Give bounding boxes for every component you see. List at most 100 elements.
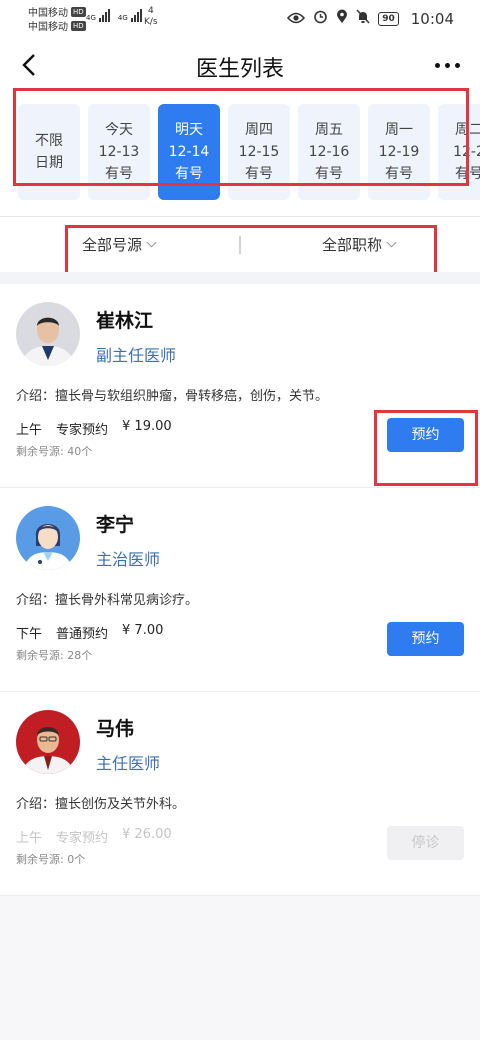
date-day: 12-15 bbox=[238, 144, 280, 160]
carrier-2: 中国移动 HD bbox=[28, 18, 86, 33]
more-dot-icon bbox=[434, 62, 440, 68]
date-option[interactable]: 今天 12-13 有号 bbox=[88, 104, 150, 200]
section-separator bbox=[0, 272, 480, 284]
mute-bell-icon bbox=[356, 9, 370, 28]
source-filter-label: 全部号源 bbox=[82, 236, 143, 254]
doctor-title: 主任医师 bbox=[96, 754, 161, 773]
slot-type: 专家预约 bbox=[56, 831, 109, 846]
remaining-slots: 剩余号源: 40个 bbox=[16, 445, 93, 458]
date-weekday: 周四 bbox=[245, 122, 273, 138]
carrier-2-label: 中国移动 bbox=[28, 22, 68, 33]
date-weekday: 周二 bbox=[455, 122, 480, 138]
net-speed-value: 4 bbox=[147, 6, 154, 16]
date-label: 不限 bbox=[35, 133, 63, 149]
date-availability: 有号 bbox=[175, 166, 203, 182]
hd-badge: HD bbox=[71, 20, 86, 31]
date-strip[interactable]: 不限 日期 今天 12-13 有号 明天 12-14 有号 周四 12-15 有… bbox=[0, 98, 480, 208]
date-option[interactable]: 周五 12-16 有号 bbox=[298, 104, 360, 200]
avatar bbox=[16, 710, 80, 774]
empty-area bbox=[0, 896, 480, 1040]
slot-price: ¥ 19.00 bbox=[122, 419, 172, 434]
filter-bar: 全部号源 全部职称 bbox=[0, 222, 480, 272]
status-bar: 中国移动 HD 中国移动 HD 4G 4G 4 K/s 90 10:04 bbox=[0, 0, 480, 36]
page-title: 医生列表 bbox=[195, 57, 284, 82]
chevron-down-icon bbox=[146, 237, 157, 248]
date-day: 12-16 bbox=[308, 144, 350, 160]
doctor-intro: 介绍：擅长创伤及关节外科。 bbox=[16, 797, 186, 812]
battery-icon: 90 bbox=[378, 11, 399, 26]
date-weekday: 明天 bbox=[175, 122, 203, 138]
book-button[interactable]: 预约 bbox=[387, 418, 464, 452]
date-option[interactable]: 周四 12-15 有号 bbox=[228, 104, 290, 200]
date-option[interactable]: 周一 12-19 有号 bbox=[368, 104, 430, 200]
net-type-2: 4G bbox=[117, 14, 128, 22]
slot-info: 上午 专家预约 ¥ 19.00 bbox=[16, 419, 172, 438]
chevron-down-icon bbox=[386, 237, 397, 248]
signal-icons: 4G 4G bbox=[86, 8, 142, 22]
date-day: 12-2 bbox=[453, 144, 480, 160]
eye-icon bbox=[287, 10, 306, 28]
more-dot-icon bbox=[454, 62, 460, 68]
title-bar: 医生列表 bbox=[0, 40, 480, 92]
date-weekday: 周一 bbox=[385, 122, 413, 138]
date-availability: 有号 bbox=[315, 166, 343, 182]
date-day: 12-13 bbox=[98, 144, 140, 160]
remaining-slots: 剩余号源: 28个 bbox=[16, 649, 93, 662]
date-availability: 有号 bbox=[455, 166, 480, 182]
slot-price: ¥ 26.00 bbox=[122, 827, 172, 842]
date-availability: 有号 bbox=[385, 166, 413, 182]
clock: 10:04 bbox=[410, 9, 454, 28]
net-type-1: 4G bbox=[86, 14, 96, 22]
slot-info: 上午 专家预约 ¥ 26.00 bbox=[16, 827, 172, 846]
doctor-intro: 介绍：擅长骨外科常见病诊疗。 bbox=[16, 593, 199, 608]
more-button[interactable] bbox=[430, 52, 464, 78]
net-speed-unit: K/s bbox=[144, 17, 158, 27]
signal-icon: 4G bbox=[118, 8, 142, 22]
date-weekday: 今天 bbox=[105, 122, 133, 138]
location-icon bbox=[336, 9, 348, 28]
avatar bbox=[16, 302, 80, 366]
date-day: 12-19 bbox=[378, 144, 420, 160]
signal-icon: 4G bbox=[86, 8, 110, 22]
doctor-card[interactable]: 马伟 主任医师 介绍：擅长创伤及关节外科。 上午 专家预约 ¥ 26.00 剩余… bbox=[0, 692, 480, 896]
doctor-title: 副主任医师 bbox=[96, 346, 177, 365]
avatar bbox=[16, 506, 80, 570]
source-filter[interactable]: 全部号源 bbox=[82, 234, 157, 255]
title-filter[interactable]: 全部职称 bbox=[322, 234, 397, 255]
title-filter-label: 全部职称 bbox=[322, 236, 383, 254]
status-right: 90 10:04 bbox=[287, 9, 454, 28]
hd-badge: HD bbox=[71, 6, 86, 17]
slot-type: 专家预约 bbox=[56, 423, 109, 438]
slot-period: 上午 bbox=[16, 423, 43, 438]
date-option-any[interactable]: 不限 日期 bbox=[18, 104, 80, 200]
alarm-icon bbox=[313, 9, 328, 28]
date-availability: 有号 bbox=[245, 166, 273, 182]
date-label: 日期 bbox=[35, 155, 63, 171]
slot-period: 上午 bbox=[16, 831, 43, 846]
more-dot-icon bbox=[444, 62, 450, 68]
suspended-button: 停诊 bbox=[387, 826, 464, 860]
date-weekday: 周五 bbox=[315, 122, 343, 138]
carrier-1: 中国移动 HD bbox=[28, 4, 86, 19]
slot-price: ¥ 7.00 bbox=[122, 623, 164, 638]
doctor-name: 马伟 bbox=[96, 718, 135, 740]
doctor-card[interactable]: 李宁 主治医师 介绍：擅长骨外科常见病诊疗。 下午 普通预约 ¥ 7.00 剩余… bbox=[0, 488, 480, 692]
doctor-intro: 介绍：擅长骨与软组织肿瘤，骨转移癌，创伤，关节。 bbox=[16, 389, 329, 404]
date-option-selected[interactable]: 明天 12-14 有号 bbox=[158, 104, 220, 200]
doctor-title: 主治医师 bbox=[96, 550, 161, 569]
slot-type: 普通预约 bbox=[56, 627, 109, 642]
carrier-1-label: 中国移动 bbox=[28, 8, 68, 19]
date-availability: 有号 bbox=[105, 166, 133, 182]
doctor-name: 崔林江 bbox=[96, 310, 154, 332]
net-speed: 4 K/s bbox=[144, 6, 158, 28]
doctor-card[interactable]: 崔林江 副主任医师 介绍：擅长骨与软组织肿瘤，骨转移癌，创伤，关节。 上午 专家… bbox=[0, 284, 480, 488]
book-button[interactable]: 预约 bbox=[387, 622, 464, 656]
doctor-name: 李宁 bbox=[96, 514, 135, 536]
divider bbox=[0, 216, 480, 217]
remaining-slots: 剩余号源: 0个 bbox=[16, 853, 86, 866]
date-option[interactable]: 周二 12-2 有号 bbox=[438, 104, 480, 200]
slot-info: 下午 普通预约 ¥ 7.00 bbox=[16, 623, 163, 642]
slot-period: 下午 bbox=[16, 627, 43, 642]
filter-divider bbox=[239, 236, 241, 254]
date-day: 12-14 bbox=[168, 144, 210, 160]
